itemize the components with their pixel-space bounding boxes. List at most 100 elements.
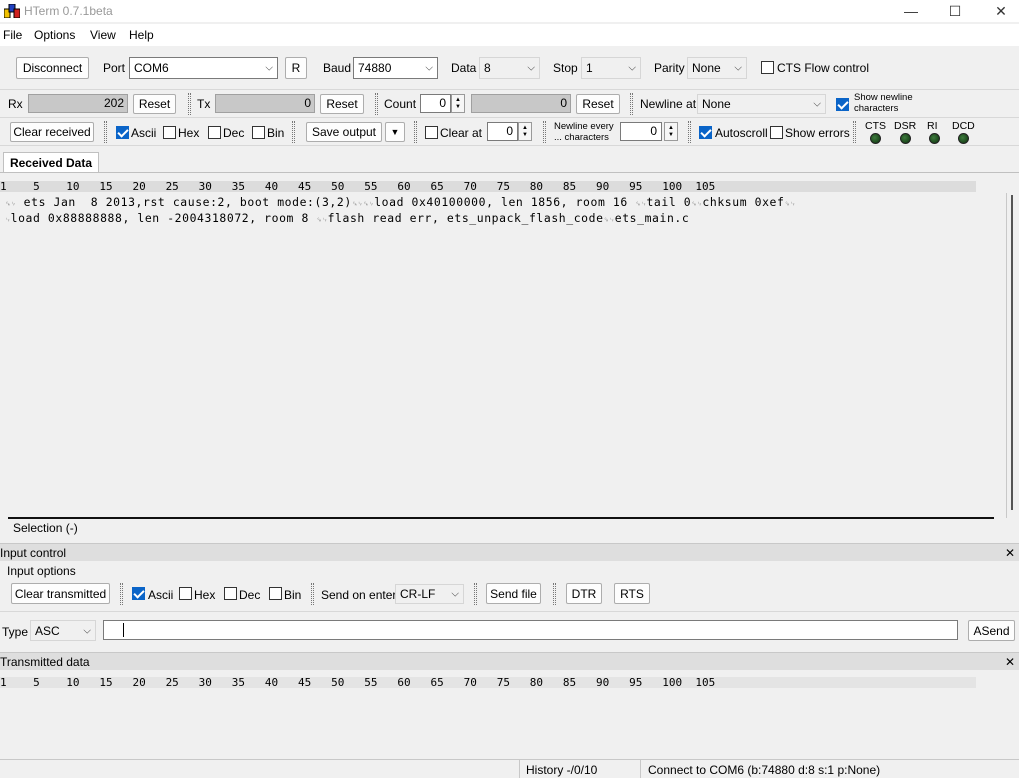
received-scrollbar[interactable] — [1006, 193, 1019, 518]
received-text: ets Jan 8 2013,rst cause:2, boot mode:(3… — [16, 195, 352, 209]
menu-options[interactable]: Options — [34, 28, 75, 42]
rx-ascii-checkbox[interactable] — [116, 126, 129, 139]
rx-hex-checkbox[interactable] — [163, 126, 176, 139]
send-file-button[interactable]: Send file — [486, 583, 541, 604]
close-window-button[interactable]: ✕ — [978, 0, 1019, 22]
newline-every-input[interactable]: 0 — [620, 122, 662, 141]
arrow-up-icon: ▲ — [522, 124, 528, 131]
ri-led-icon — [929, 133, 940, 144]
close-icon[interactable]: ✕ — [1005, 544, 1015, 562]
cts-flow-checkbox[interactable] — [761, 61, 774, 74]
show-newline-checkbox[interactable] — [836, 98, 849, 111]
chevron-down-icon: ⌵ — [813, 98, 821, 110]
toolbar-separator — [630, 93, 633, 115]
count-input[interactable]: 0 — [420, 94, 451, 113]
clear-at-checkbox[interactable] — [425, 126, 438, 139]
asend-button[interactable]: ASend — [968, 620, 1015, 641]
menu-help[interactable]: Help — [129, 28, 154, 42]
tx-ascii-label: Ascii — [148, 588, 174, 602]
menu-view[interactable]: View — [90, 28, 116, 42]
count-stepper[interactable]: ▲ ▼ — [451, 94, 465, 113]
chevron-down-icon: ⌵ — [734, 62, 742, 74]
parity-select[interactable]: None ⌵ — [687, 57, 747, 79]
received-text: chksum 0xef — [702, 195, 785, 209]
newline-every-line2: ... characters — [554, 132, 609, 143]
text-cursor — [123, 623, 124, 637]
tx-bin-checkbox[interactable] — [269, 587, 282, 600]
rx-dec-checkbox[interactable] — [208, 126, 221, 139]
arrow-down-icon: ▼ — [522, 131, 528, 138]
dcd-signal-label: DCD — [952, 120, 975, 132]
show-errors-label: Show errors — [785, 126, 850, 140]
chevron-down-icon: ⌵ — [265, 62, 273, 74]
transmit-input[interactable] — [103, 620, 958, 640]
data-bits-label: Data — [451, 61, 477, 75]
type-select[interactable]: ASC ⌵ — [30, 620, 96, 641]
data-bits-select[interactable]: 8 ⌵ — [479, 57, 540, 79]
rx-reset-button[interactable]: Reset — [133, 94, 176, 114]
close-icon[interactable]: ✕ — [1005, 653, 1015, 671]
chevron-down-icon: ⌵ — [527, 62, 535, 74]
rx-hex-label: Hex — [178, 126, 200, 140]
tab-received-data[interactable]: Received Data — [3, 152, 99, 172]
toolbar-separator — [120, 583, 123, 605]
cts-led-icon — [870, 133, 881, 144]
received-data-panel[interactable] — [0, 172, 1019, 537]
newline-at-value: None — [702, 97, 731, 111]
disconnect-button[interactable]: Disconnect — [16, 57, 89, 79]
arrow-down-icon: ▼ — [455, 103, 461, 110]
received-text: ets_main.c — [614, 211, 690, 225]
tx-label: Tx — [197, 97, 211, 111]
transmitted-data-panel[interactable] — [0, 690, 1019, 758]
send-on-enter-select[interactable]: CR-LF ⌵ — [395, 584, 464, 604]
dtr-button[interactable]: DTR — [566, 583, 602, 604]
connection-toolbar: Disconnect Port COM6 ⌵ R Baud 74880 ⌵ Da… — [0, 46, 1019, 90]
parity-label: Parity — [654, 61, 685, 75]
port-value: COM6 — [134, 61, 169, 75]
scrollbar-thumb[interactable] — [1011, 195, 1013, 510]
status-divider — [640, 760, 641, 778]
count-reset-button[interactable]: Reset — [576, 94, 620, 114]
newline-every-stepper[interactable]: ▲ ▼ — [664, 122, 678, 141]
rx-dec-label: Dec — [223, 126, 245, 140]
rx-count-field: 202 — [28, 94, 128, 113]
newline-at-select[interactable]: None ⌵ — [697, 94, 826, 114]
tx-reset-button[interactable]: Reset — [320, 94, 364, 114]
toolbar-separator — [853, 121, 856, 143]
rx-bin-checkbox[interactable] — [252, 126, 265, 139]
save-output-button[interactable]: Save output — [306, 122, 382, 142]
received-text: load 0x40100000, len 1856, room 16 — [374, 195, 636, 209]
toolbar-separator — [188, 93, 191, 115]
autoscroll-checkbox[interactable] — [699, 126, 712, 139]
menu-file[interactable]: File — [3, 28, 22, 42]
baud-select[interactable]: 74880 ⌵ — [353, 57, 438, 79]
minimize-button[interactable]: — — [888, 0, 934, 22]
tx-hex-checkbox[interactable] — [179, 587, 192, 600]
counters-row: Rx 202 Reset Tx 0 Reset Count 0 ▲ ▼ 0 Res… — [0, 90, 1019, 118]
toolbar-separator — [375, 93, 378, 115]
send-on-enter-label: Send on enter — [321, 588, 397, 602]
port-select[interactable]: COM6 ⌵ — [129, 57, 278, 79]
rts-button[interactable]: RTS — [614, 583, 650, 604]
chevron-down-icon: ⌵ — [628, 62, 636, 74]
clear-received-button[interactable]: Clear received — [10, 122, 94, 142]
newline-at-label: Newline at — [640, 97, 697, 111]
toolbar-separator — [292, 121, 295, 143]
tx-dec-checkbox[interactable] — [224, 587, 237, 600]
clear-at-stepper[interactable]: ▲ ▼ — [518, 122, 532, 141]
newline-glyph: ␍␊ — [635, 200, 647, 208]
save-output-dropdown[interactable]: ▼ — [385, 122, 405, 142]
maximize-button[interactable]: ☐ — [932, 0, 978, 22]
stop-bits-select[interactable]: 1 ⌵ — [581, 57, 641, 79]
clear-transmitted-button[interactable]: Clear transmitted — [11, 583, 110, 604]
cts-flow-label: CTS Flow control — [777, 61, 870, 75]
cts-signal-label: CTS — [865, 120, 886, 132]
tx-ascii-checkbox[interactable] — [132, 587, 145, 600]
toolbar-separator — [553, 583, 556, 605]
dcd-led-icon — [958, 133, 969, 144]
app-logo-icon — [4, 4, 20, 18]
refresh-ports-button[interactable]: R — [285, 57, 307, 79]
status-bar: History -/0/10 Connect to COM6 (b:74880 … — [0, 759, 1019, 778]
clear-at-input[interactable]: 0 — [487, 122, 518, 141]
show-errors-checkbox[interactable] — [770, 126, 783, 139]
